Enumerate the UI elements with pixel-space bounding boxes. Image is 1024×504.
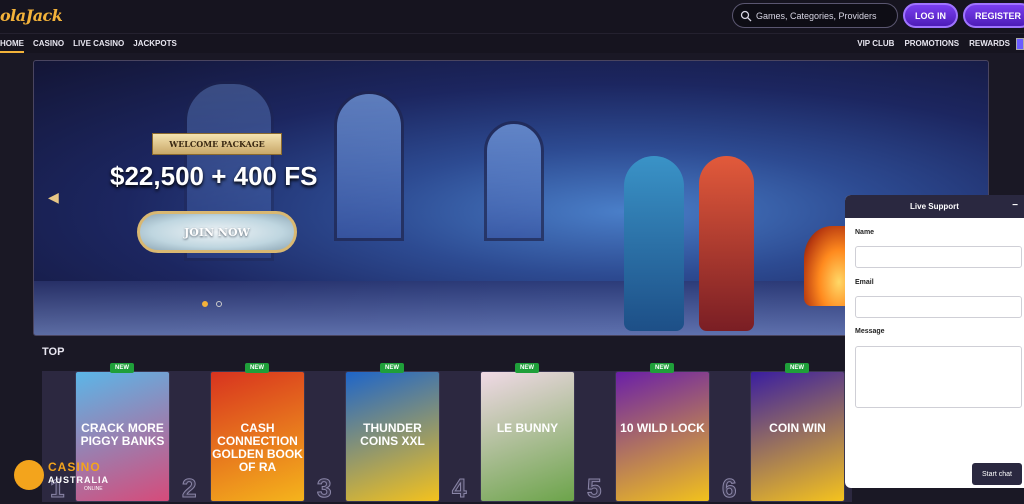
banner-dot[interactable] [202, 301, 208, 307]
nav-promotions[interactable]: PROMOTIONS [904, 39, 959, 48]
game-card[interactable]: 10 WILD LOCK [615, 371, 710, 502]
banner-dot[interactable] [216, 301, 222, 307]
email-field[interactable] [855, 296, 1022, 318]
search-icon [740, 10, 752, 21]
rank-number: 2 [181, 473, 197, 504]
nav-vip-club[interactable]: VIP CLUB [857, 39, 894, 48]
game-title: COIN WIN [769, 421, 826, 435]
game-card[interactable]: LE BUNNY [480, 371, 575, 502]
section-title-top: TOP [42, 346, 65, 358]
register-button[interactable]: REGISTER [963, 3, 1024, 28]
rank-number: 6 [721, 473, 737, 504]
watermark-line2: AUSTRALIA [48, 475, 109, 485]
join-now-button[interactable]: JOIN NOW [137, 211, 297, 253]
game-title: LE BUNNY [496, 421, 559, 435]
bonus-amount: $22,500 + 400 FS [110, 161, 318, 191]
game-title: CASH CONNECTION GOLDEN BOOK OF RA [212, 421, 303, 474]
character-red-art [699, 156, 754, 331]
message-label: Message [855, 328, 885, 335]
name-label: Name [855, 229, 875, 236]
game-title: CRACK MORE PIGGY BANKS [80, 421, 165, 448]
new-badge: NEW [515, 363, 539, 373]
new-badge: NEW [650, 363, 674, 373]
banner-pagination [202, 301, 222, 307]
banner-prev-arrow-icon[interactable]: ◀ [48, 189, 59, 206]
chat-title: Live Support [910, 202, 959, 211]
nav-live-casino[interactable]: LIVE CASINO [73, 39, 124, 53]
message-field[interactable] [855, 346, 1022, 408]
new-badge: NEW [380, 363, 404, 373]
banner-window-art [334, 91, 404, 241]
main-nav: HOME CASINO LIVE CASINO JACKPOTS VIP CLU… [0, 33, 1024, 53]
nav-home[interactable]: HOME [0, 39, 24, 53]
nav-rewards[interactable]: REWARDS [969, 39, 1010, 48]
top-bar: olaJack LOG IN REGISTER [0, 0, 1024, 33]
rank-number: 5 [586, 473, 602, 504]
language-flag-icon[interactable] [1016, 38, 1024, 50]
login-button[interactable]: LOG IN [903, 3, 958, 28]
kangaroo-icon [14, 460, 44, 490]
start-chat-button[interactable]: Start chat [972, 463, 1022, 485]
new-badge: NEW [110, 363, 134, 373]
rank-number: 4 [451, 473, 467, 504]
chat-header[interactable]: Live Support − [845, 195, 1024, 218]
watermark-line1: CASINO [48, 460, 101, 474]
welcome-package-tag: WELCOME PACKAGE [152, 133, 282, 155]
new-badge: NEW [785, 363, 809, 373]
watermark-logo: CASINO AUSTRALIA ONLINE [14, 458, 124, 492]
game-title: 10 WILD LOCK [620, 421, 705, 435]
top-games-row: 1 CRACK MORE PIGGY BANKS NEW 2 CASH CONN… [42, 363, 852, 504]
game-card[interactable]: THUNDER COINS XXL [345, 371, 440, 502]
nav-jackpots[interactable]: JACKPOTS [133, 39, 177, 53]
character-blue-art [624, 156, 684, 331]
search-input[interactable] [756, 10, 896, 21]
game-card[interactable]: CASH CONNECTION GOLDEN BOOK OF RA [210, 371, 305, 502]
banner-window-art [484, 121, 544, 241]
name-field[interactable] [855, 246, 1022, 268]
live-support-widget: Live Support − Name Email Message Start … [845, 195, 1024, 488]
search-box[interactable] [732, 3, 898, 28]
watermark-line3: ONLINE [84, 486, 103, 492]
rank-number: 3 [316, 473, 332, 504]
nav-casino[interactable]: CASINO [33, 39, 64, 53]
game-card[interactable]: COIN WIN [750, 371, 845, 502]
new-badge: NEW [245, 363, 269, 373]
site-logo[interactable]: olaJack [0, 6, 63, 25]
email-label: Email [855, 279, 874, 286]
minimize-icon[interactable]: − [1012, 200, 1018, 211]
game-title: THUNDER COINS XXL [360, 421, 425, 448]
